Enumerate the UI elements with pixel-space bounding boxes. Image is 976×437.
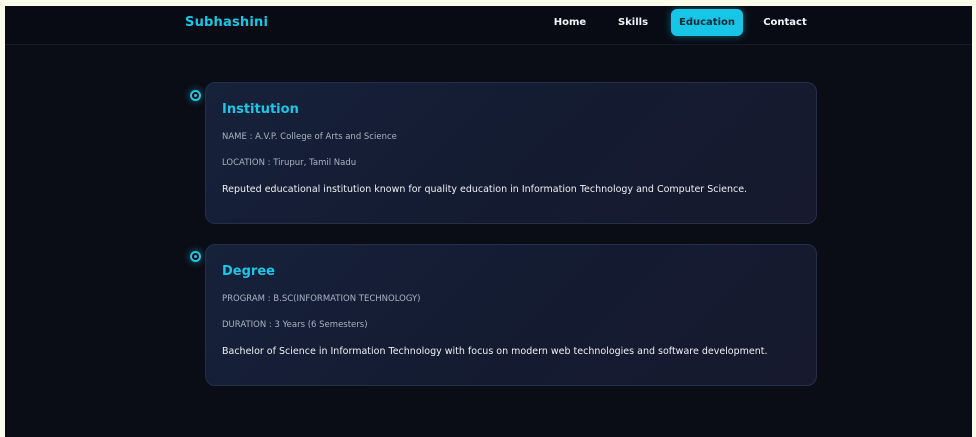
degree-duration: DURATION : 3 Years (6 Semesters) <box>222 320 368 330</box>
institution-location: LOCATION : Tirupur, Tamil Nadu <box>222 158 357 168</box>
brand-logo[interactable]: Subhashini <box>185 15 268 30</box>
page-viewport: Subhashini Home Skills Education Contact… <box>5 6 972 437</box>
nav-home[interactable]: Home <box>549 9 591 36</box>
education-card-degree: Degree PROGRAM : B.SC(INFORMATION TECHNO… <box>205 244 817 386</box>
degree-program: PROGRAM : B.SC(INFORMATION TECHNOLOGY) <box>222 294 421 304</box>
navbar: Subhashini Home Skills Education Contact <box>5 6 972 45</box>
institution-description: Reputed educational institution known fo… <box>222 184 748 195</box>
timeline-dot-icon <box>190 90 201 101</box>
card-title: Degree <box>222 264 275 279</box>
nav-skills[interactable]: Skills <box>613 9 653 36</box>
institution-name: NAME : A.V.P. College of Arts and Scienc… <box>222 132 397 142</box>
nav-contact[interactable]: Contact <box>761 9 809 36</box>
card-title: Institution <box>222 102 299 117</box>
degree-description: Bachelor of Science in Information Techn… <box>222 346 768 357</box>
education-card-institution: Institution NAME : A.V.P. College of Art… <box>205 82 817 224</box>
nav-education[interactable]: Education <box>671 9 743 36</box>
timeline-dot-icon <box>190 251 201 262</box>
